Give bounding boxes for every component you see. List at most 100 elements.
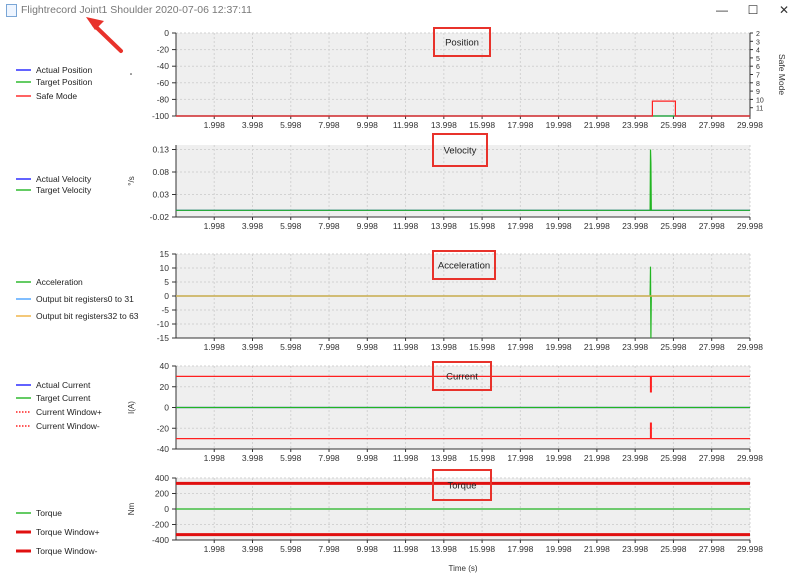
x-tick-label: 13.998 (431, 221, 457, 231)
x-tick-label: 19.998 (546, 342, 572, 352)
x-tick-label: 11.998 (393, 342, 419, 352)
x-tick-label: 27.998 (699, 120, 725, 130)
x-tick-label: 25.998 (660, 544, 686, 554)
panel-title: Position (445, 38, 479, 49)
x-tick-label: 23.998 (622, 342, 648, 352)
x-tick-label: 3.998 (242, 120, 264, 130)
x-tick-label: 9.998 (357, 544, 379, 554)
x-tick-label: 5.998 (280, 221, 302, 231)
legend-label: Actual Position (36, 65, 92, 75)
x-tick-label: 1.998 (204, 342, 226, 352)
x-tick-label: 27.998 (699, 453, 725, 463)
x-tick-label: 5.998 (280, 120, 302, 130)
y-tick-label: 0.03 (152, 190, 169, 200)
x-tick-label: 23.998 (622, 120, 648, 130)
legend-label: Actual Velocity (36, 174, 92, 184)
x-tick-label: 23.998 (622, 544, 648, 554)
panel-title: Torque (447, 481, 476, 492)
x-tick-label: 29.998 (737, 342, 763, 352)
x-tick-label: 13.998 (431, 544, 457, 554)
y-tick-label: -40 (157, 61, 170, 71)
right-tick-label: 3 (756, 39, 760, 46)
x-tick-label: 17.998 (507, 120, 533, 130)
panel-acceleration: 15 10 5 0 -5 -10 -15 1.998 3.998 5.998 7.998 9.998 1… (16, 249, 763, 352)
x-tick-label: 3.998 (242, 342, 264, 352)
x-tick-label: 7.998 (318, 453, 340, 463)
x-tick-label: 11.998 (393, 453, 419, 463)
x-tick-label: 27.998 (699, 342, 725, 352)
x-tick-label: 25.998 (660, 120, 686, 130)
x-tick-label: 21.998 (584, 120, 610, 130)
right-tick-label: 10 (756, 97, 764, 104)
x-tick-label: 29.998 (737, 453, 763, 463)
right-tick-label: 8 (756, 81, 760, 88)
x-tick-label: 1.998 (204, 221, 226, 231)
y-tick-label: 40 (160, 361, 170, 371)
legend-label: Current Window+ (36, 407, 102, 417)
legend-label: Target Velocity (36, 185, 92, 195)
right-tick-label: 6 (756, 64, 760, 71)
y-tick-label: 0.13 (152, 145, 169, 155)
panel-velocity: 0.13 0.08 0.03 -0.02 1.998 3.998 5.998 7.998 9.9… (16, 133, 763, 231)
x-tick-label: 3.998 (242, 544, 264, 554)
x-tick-label: 5.998 (280, 342, 302, 352)
y-tick-label: -100 (152, 111, 169, 121)
legend-label: Current Window- (36, 421, 100, 431)
x-tick-label: 23.998 (622, 221, 648, 231)
y-tick-label: -20 (157, 45, 170, 55)
right-tick-label: 9 (756, 89, 760, 96)
y-tick-label: -60 (157, 78, 170, 88)
panel-title: Acceleration (438, 261, 490, 272)
x-tick-label: 25.998 (660, 342, 686, 352)
x-tick-label: 7.998 (318, 221, 340, 231)
x-tick-label: 5.998 (280, 544, 302, 554)
panel-title: Current (446, 372, 478, 383)
y-tick-label: -5 (161, 305, 169, 315)
flightrecord-window: Flightrecord Joint1 Shoulder 2020-07-06 … (0, 0, 800, 573)
y-tick-label: -10 (157, 319, 170, 329)
y-tick-label: -15 (157, 333, 170, 343)
x-tick-label: 9.998 (357, 221, 379, 231)
x-tick-label: 1.998 (204, 544, 226, 554)
x-tick-label: 11.998 (393, 221, 419, 231)
x-tick-label: 19.998 (546, 120, 572, 130)
panel-current: 40 20 0 -20 -40 1.998 3.998 5.998 7.998 9.998 11.9… (16, 361, 763, 463)
x-tick-label: 19.998 (546, 221, 572, 231)
x-tick-label: 15.998 (469, 221, 495, 231)
right-tick-label: 5 (756, 56, 760, 63)
y-tick-label: 5 (164, 277, 169, 287)
right-axis-label: Safe Mode (777, 54, 787, 95)
x-tick-label: 11.998 (393, 544, 419, 554)
x-tick-label: 19.998 (546, 544, 572, 554)
x-tick-label: 29.998 (737, 221, 763, 231)
y-axis-label: Nm (127, 502, 136, 515)
legend-label: Safe Mode (36, 91, 77, 101)
x-tick-label: 13.998 (431, 453, 457, 463)
x-tick-label: 19.998 (546, 453, 572, 463)
legend-label: Torque Window- (36, 546, 98, 556)
x-tick-label: 5.998 (280, 453, 302, 463)
y-tick-label: 200 (155, 489, 169, 499)
legend-label: Torque Window+ (36, 527, 100, 537)
x-tick-label: 1.998 (204, 453, 226, 463)
x-tick-label: 17.998 (507, 221, 533, 231)
y-tick-label: -400 (152, 535, 169, 545)
y-tick-label: 400 (155, 473, 169, 483)
panel-torque: 400 200 0 -200 -400 1.998 3.998 5.998 7.998 9.998… (16, 469, 763, 556)
chart-area: 0-20-40-60-80-1001.998 3.998 5.998 7.998 9.9… (16, 27, 787, 573)
legend-label: Actual Current (36, 380, 91, 390)
legend-dot (130, 73, 132, 75)
x-tick-label: 9.998 (357, 453, 379, 463)
y-tick-label: -0.02 (150, 212, 170, 222)
y-tick-label: -80 (157, 94, 170, 104)
y-tick-label: 20 (160, 382, 170, 392)
y-tick-label: 15 (160, 249, 170, 259)
legend-label: Torque (36, 508, 62, 518)
x-tick-label: 11.998 (393, 120, 419, 130)
x-axis-label: Time (s) (448, 564, 477, 573)
y-tick-label: -20 (157, 423, 170, 433)
legend-label: Acceleration (36, 277, 83, 287)
x-tick-label: 9.998 (357, 120, 379, 130)
y-axis-label: °/s (127, 176, 136, 185)
y-axis-label: I(A) (127, 401, 136, 414)
